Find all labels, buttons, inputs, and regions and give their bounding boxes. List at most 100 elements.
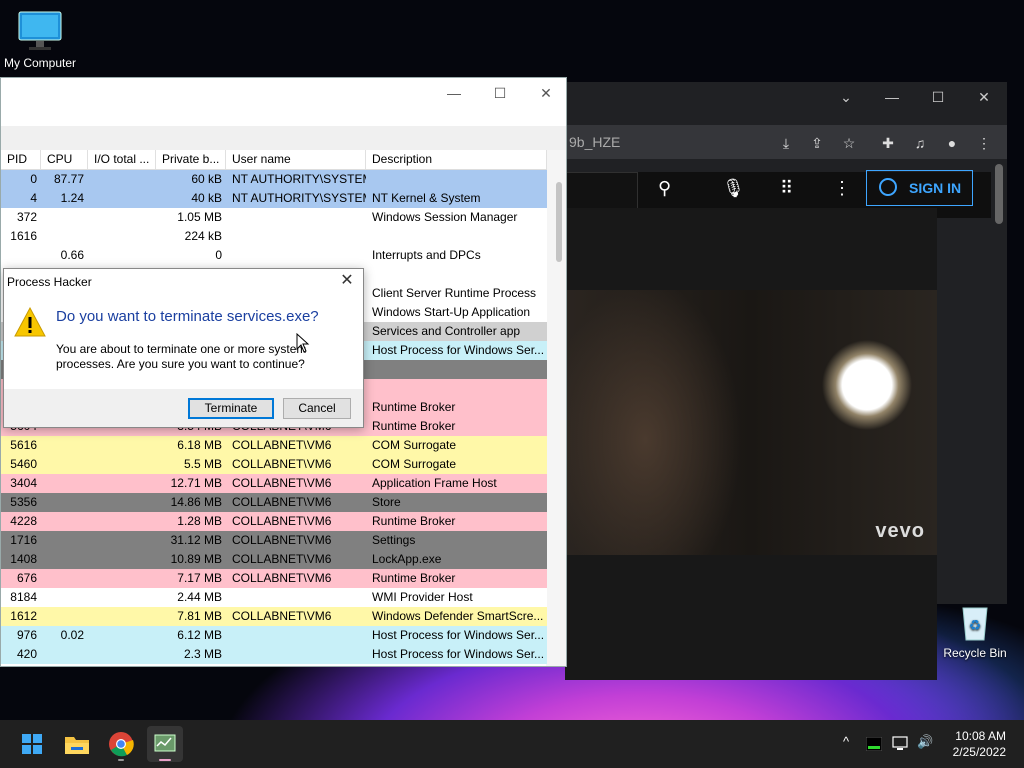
table-row[interactable]: 420 2.3 MB Host Process for Windows Ser... bbox=[1, 645, 547, 664]
browser-minimize-button[interactable]: — bbox=[877, 86, 907, 108]
cell-user bbox=[226, 208, 366, 227]
more-options-icon[interactable]: ⋮ bbox=[833, 178, 851, 199]
user-icon bbox=[879, 178, 897, 196]
table-row[interactable]: 8184 2.44 MB WMI Provider Host bbox=[1, 588, 547, 607]
cell-pid: 1612 bbox=[10, 609, 37, 623]
column-header-private-bytes[interactable]: Private b... bbox=[156, 150, 226, 169]
table-row[interactable]: 372 1.05 MB Windows Session Manager bbox=[1, 208, 547, 227]
cell-priv: 2.3 MB bbox=[183, 647, 222, 661]
table-row[interactable]: 1616 224 kB bbox=[1, 227, 547, 246]
table-row[interactable]: 0 87.77 60 kB NT AUTHORITY\SYSTEM bbox=[1, 170, 547, 189]
process-hacker-taskbar-icon[interactable] bbox=[147, 726, 183, 762]
cell-desc bbox=[366, 227, 547, 246]
browser-menu-icon[interactable]: ⋮ bbox=[975, 134, 993, 152]
system-clock[interactable]: 10:08 AM 2/25/2022 bbox=[953, 728, 1006, 760]
browser-maximize-button[interactable]: ☐ bbox=[923, 86, 953, 108]
browser-close-button[interactable]: ✕ bbox=[969, 86, 999, 108]
tab-dropdown-icon[interactable]: ⌄ bbox=[831, 86, 861, 108]
cell-pid: 5460 bbox=[10, 457, 37, 471]
address-bar[interactable]: 9b_HZE bbox=[569, 134, 620, 150]
cell-user: COLLABNET\VM6 bbox=[232, 533, 332, 547]
process-hacker-tray-icon[interactable] bbox=[866, 737, 882, 751]
cell-cpu bbox=[41, 227, 88, 246]
cell-desc bbox=[366, 379, 547, 398]
cell-desc: NT Kernel & System bbox=[372, 191, 481, 205]
browser-scrollbar[interactable] bbox=[995, 164, 1003, 224]
cell-io bbox=[88, 588, 156, 607]
scrollbar-thumb[interactable] bbox=[556, 182, 562, 262]
cell-desc: Client Server Runtime Process bbox=[372, 286, 537, 300]
install-icon[interactable]: ⤓ bbox=[777, 134, 795, 152]
svg-text:♻: ♻ bbox=[969, 618, 982, 634]
column-header-user-name[interactable]: User name bbox=[226, 150, 366, 169]
search-icon[interactable]: ⚲ bbox=[658, 178, 671, 199]
chrome-icon[interactable] bbox=[103, 726, 139, 762]
cell-desc: Settings bbox=[372, 533, 416, 547]
desktop-icon-recycle-bin[interactable]: ♻ Recycle Bin bbox=[940, 604, 1010, 660]
profile-icon[interactable]: ● bbox=[943, 134, 961, 152]
dialog-heading: Do you want to terminate services.exe? bbox=[56, 308, 319, 325]
share-icon[interactable]: ⇪ bbox=[808, 134, 826, 152]
volume-icon[interactable]: 🔊 bbox=[917, 734, 933, 750]
start-button-icon[interactable] bbox=[14, 726, 50, 762]
table-row[interactable]: 676 7.17 MB COLLABNET\VM6 Runtime Broker bbox=[1, 569, 547, 588]
cell-user: COLLABNET\VM6 bbox=[232, 476, 332, 490]
cell-desc bbox=[366, 265, 547, 284]
cell-desc: Runtime Broker bbox=[372, 514, 456, 528]
terminate-button[interactable]: Terminate bbox=[188, 398, 274, 419]
table-row[interactable]: 1408 10.89 MB COLLABNET\VM6 LockApp.exe bbox=[1, 550, 547, 569]
cell-pid: 372 bbox=[16, 210, 37, 224]
file-explorer-icon[interactable] bbox=[59, 726, 95, 762]
table-row[interactable]: 4228 1.28 MB COLLABNET\VM6 Runtime Broker bbox=[1, 512, 547, 531]
column-header-cpu[interactable]: CPU bbox=[41, 150, 88, 169]
cell-pid: 976 bbox=[16, 628, 37, 642]
cell-priv: 31.12 MB bbox=[170, 533, 222, 547]
column-header-description[interactable]: Description bbox=[366, 150, 547, 169]
cell-priv: 60 kB bbox=[191, 172, 222, 186]
table-row[interactable]: 3404 12.71 MB COLLABNET\VM6 Application Fra… bbox=[1, 474, 547, 493]
video-player[interactable]: vevo bbox=[565, 208, 937, 680]
sign-in-button[interactable]: SIGN IN bbox=[866, 170, 973, 206]
cell-pid: 5356 bbox=[10, 495, 37, 509]
table-row[interactable]: 0.66 0 Interrupts and DPCs bbox=[1, 246, 547, 265]
table-row[interactable]: 5616 6.18 MB COLLABNET\VM6 COM Surrogate bbox=[1, 436, 547, 455]
cancel-button[interactable]: Cancel bbox=[283, 398, 351, 419]
cell-pid: 3404 bbox=[10, 476, 37, 490]
cell-priv: 0 bbox=[215, 248, 222, 262]
table-row[interactable]: 1716 31.12 MB COLLABNET\VM6 Settings bbox=[1, 531, 547, 550]
cell-desc: Host Process for Windows Ser... bbox=[372, 647, 545, 661]
extensions-icon[interactable]: ✚ bbox=[879, 134, 897, 152]
cell-cpu bbox=[41, 512, 88, 531]
cell-desc: Host Process for Windows Ser... bbox=[372, 628, 545, 642]
dialog-close-button[interactable]: ✕ bbox=[337, 271, 357, 291]
cell-user: COLLABNET\VM6 bbox=[232, 514, 332, 528]
cell-io bbox=[88, 474, 156, 493]
table-row[interactable]: 1612 7.81 MB COLLABNET\VM6 Windows Defender… bbox=[1, 607, 547, 626]
bookmark-star-icon[interactable]: ☆ bbox=[840, 134, 858, 152]
cell-user: COLLABNET\VM6 bbox=[232, 609, 332, 623]
microphone-icon[interactable]: 🎙 bbox=[722, 178, 745, 199]
maximize-button[interactable]: ☐ bbox=[485, 82, 515, 104]
media-control-icon[interactable]: ♫ bbox=[911, 134, 929, 152]
column-header-io-total[interactable]: I/O total ... bbox=[88, 150, 156, 169]
cell-cpu: 0.02 bbox=[60, 628, 84, 642]
close-button[interactable]: ✕ bbox=[531, 82, 561, 104]
cell-desc: Services and Controller app bbox=[372, 324, 521, 338]
network-icon[interactable] bbox=[892, 736, 910, 752]
minimize-button[interactable]: — bbox=[439, 82, 469, 104]
cell-desc: Host Process for Windows Ser... bbox=[372, 343, 545, 357]
cell-desc: Runtime Broker bbox=[372, 400, 456, 414]
table-row[interactable]: 5460 5.5 MB COLLABNET\VM6 COM Surrogate bbox=[1, 455, 547, 474]
cell-desc: WMI Provider Host bbox=[372, 590, 473, 604]
cell-priv: 1.05 MB bbox=[177, 210, 222, 224]
table-row[interactable]: 5356 14.86 MB COLLABNET\VM6 Store bbox=[1, 493, 547, 512]
table-row[interactable]: 976 0.02 6.12 MB Host Process for Windows S… bbox=[1, 626, 547, 645]
column-header-pid[interactable]: PID bbox=[1, 150, 41, 169]
desktop-icon-label: Recycle Bin bbox=[943, 646, 1007, 660]
table-row[interactable]: 4 1.24 40 kB NT AUTHORITY\SYSTEM NT Kernel &… bbox=[1, 189, 547, 208]
apps-grid-icon[interactable]: ⠿ bbox=[780, 178, 793, 199]
youtube-search-input[interactable] bbox=[565, 172, 638, 212]
desktop-icon-my-computer[interactable]: My Computer bbox=[2, 10, 78, 70]
cell-io bbox=[88, 455, 156, 474]
show-hidden-icons-icon[interactable]: ^ bbox=[843, 734, 849, 749]
